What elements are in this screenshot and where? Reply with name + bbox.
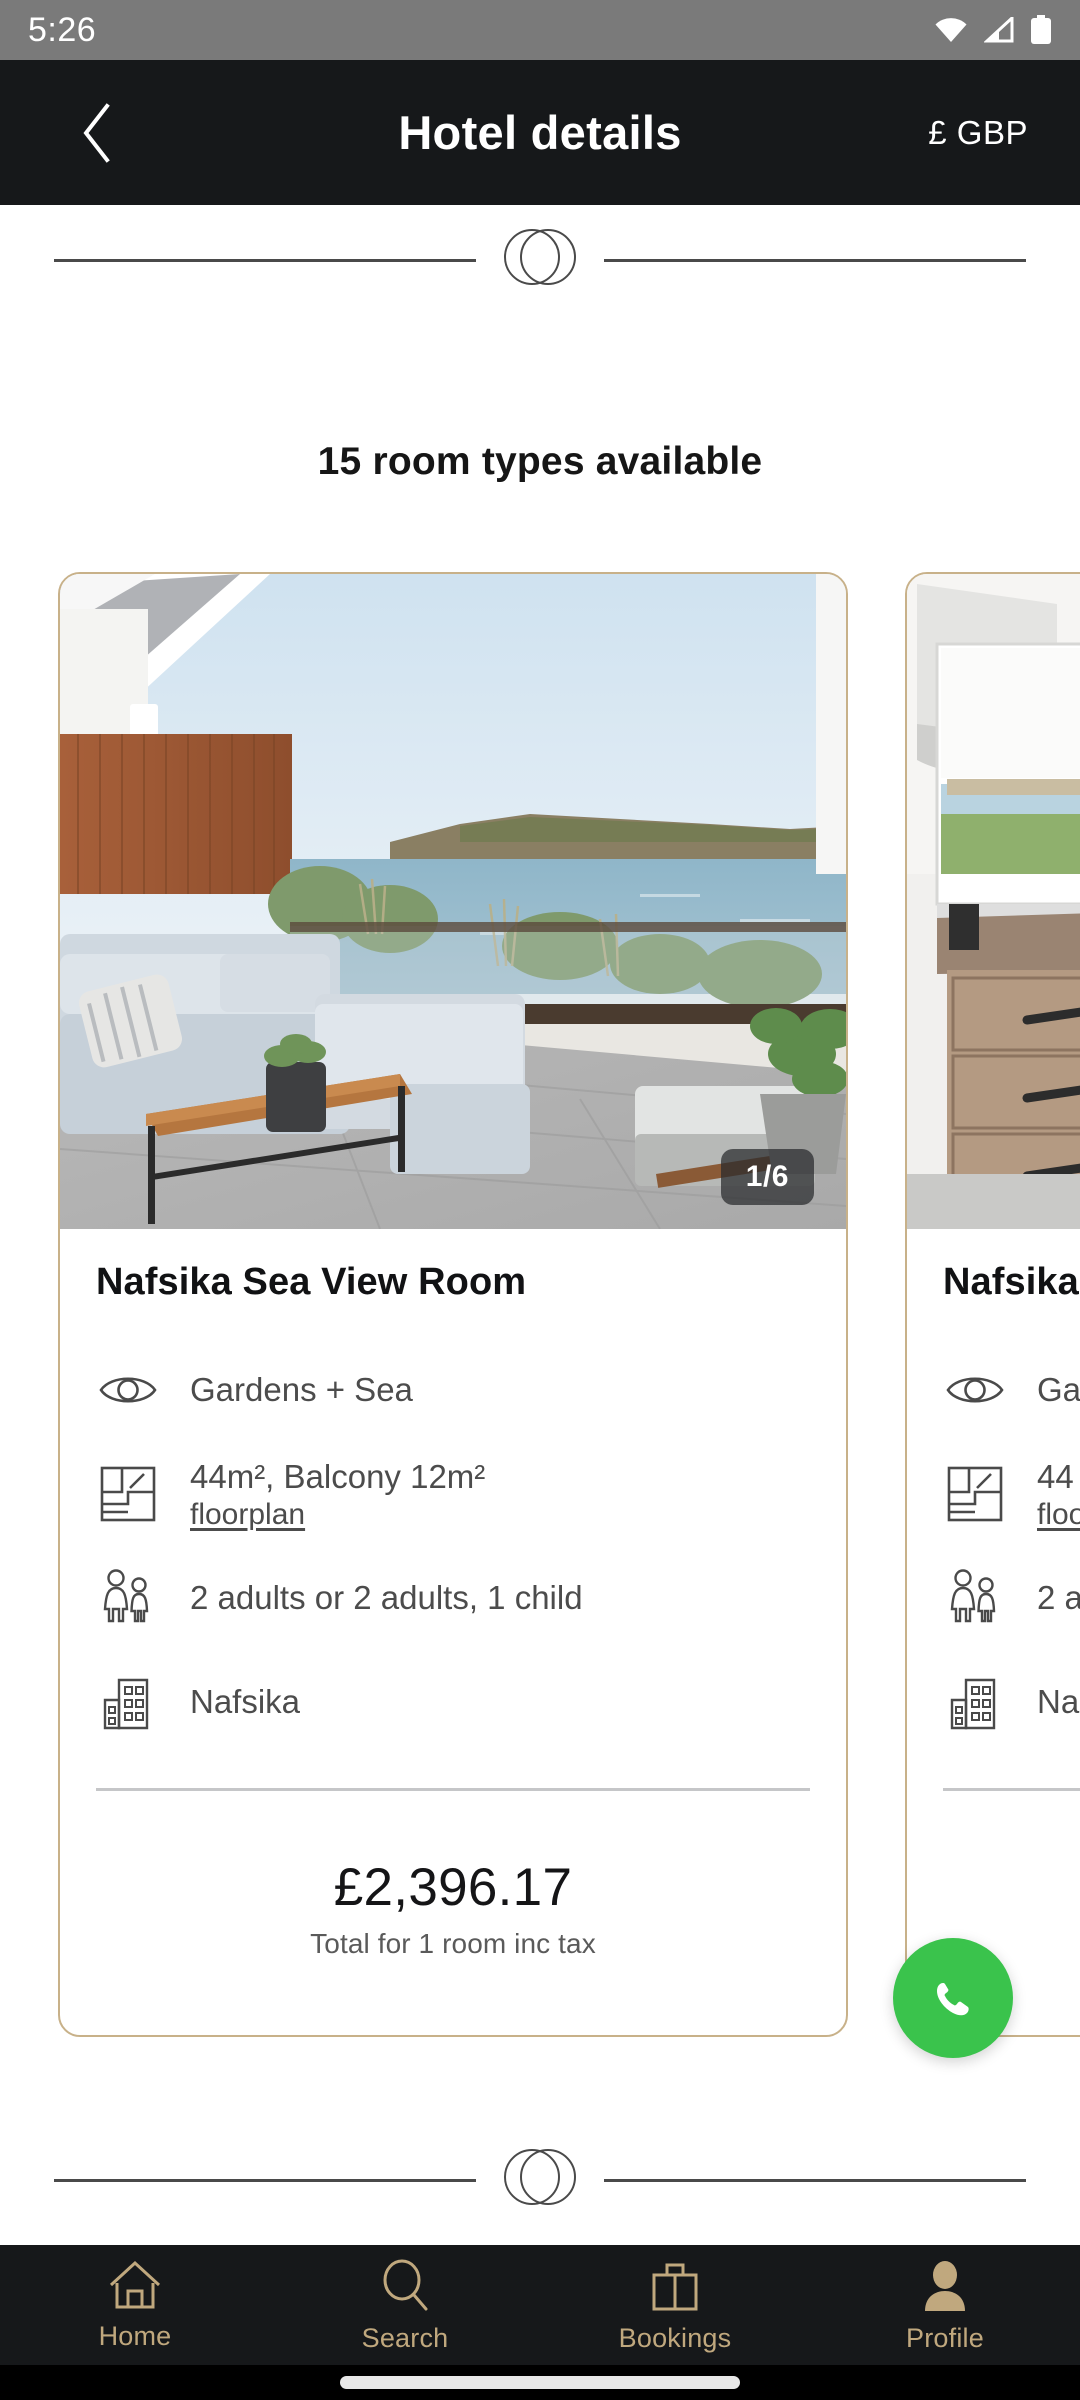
room-attribute-view: Gardens + Sea <box>96 1338 810 1442</box>
room-name: Nafsika Sea View Room <box>96 1261 527 1303</box>
app-screen: 5:26 Hotel details £ GBP 15 room types a… <box>0 0 1080 2400</box>
nav-item-bookings[interactable]: Bookings <box>540 2245 810 2354</box>
price-note: Total for 1 room inc tax <box>310 1928 596 1959</box>
room-attribute-building: Na <box>943 1650 1080 1754</box>
size-block: 44m², Balcony 12m² floorplan <box>190 1456 485 1532</box>
battery-icon <box>1031 15 1051 44</box>
room-photo[interactable] <box>907 574 1080 1229</box>
room-attribute-occupancy: 2 a <box>943 1546 1080 1650</box>
floorplan-icon <box>943 1462 1007 1526</box>
room-attribute-building: Nafsika <box>96 1650 810 1754</box>
home-icon <box>109 2260 161 2309</box>
nav-item-search[interactable]: Search <box>270 2245 540 2354</box>
page-title: Hotel details <box>398 106 682 159</box>
floorplan-icon <box>96 1462 160 1526</box>
bottom-navigation: Home Search Bookings Profile <box>0 2245 1080 2365</box>
building-text: Na <box>1037 1682 1080 1720</box>
nav-label-bookings: Bookings <box>618 2323 732 2353</box>
suitcase-icon <box>652 2263 698 2311</box>
divider-line-right <box>604 258 1026 262</box>
floorplan-link[interactable]: floorplan <box>190 1498 485 1532</box>
home-indicator-bar[interactable] <box>340 2376 740 2389</box>
room-photo[interactable]: 1/6 <box>60 574 846 1229</box>
building-text: Nafsika <box>190 1682 301 1720</box>
divider-line-right <box>604 2178 1026 2182</box>
view-text: Ga <box>1037 1370 1080 1408</box>
occupancy-icon <box>96 1566 160 1630</box>
bottom-divider <box>0 2135 1080 2225</box>
room-card-body: Nafsika S Ga <box>907 1229 1080 1754</box>
nav-label-profile: Profile <box>906 2323 984 2353</box>
status-icons <box>934 15 1052 45</box>
room-attribute-occupancy: 2 adults or 2 adults, 1 child <box>96 1546 810 1650</box>
room-card-next[interactable]: Nafsika S Ga <box>905 572 1080 2037</box>
eye-icon <box>943 1358 1007 1422</box>
floorplan-link[interactable]: floo <box>1037 1498 1080 1532</box>
two-circles-logo <box>504 229 576 291</box>
two-circles-logo <box>504 2149 576 2211</box>
nav-item-profile[interactable]: Profile <box>810 2245 1080 2354</box>
room-attribute-view: Ga <box>943 1338 1080 1442</box>
price-divider <box>943 1788 1080 1791</box>
divider-line-left <box>54 258 476 262</box>
size-text: 44m², Balcony 12m² <box>190 1457 486 1495</box>
room-attribute-size: 44m², Balcony 12m² floorplan <box>96 1442 810 1546</box>
occupancy-icon <box>943 1566 1007 1630</box>
divider-line-left <box>54 2178 476 2182</box>
app-header: Hotel details £ GBP <box>0 60 1080 205</box>
status-bar: 5:26 <box>0 0 1080 60</box>
occupancy-text: 2 a <box>1037 1578 1080 1616</box>
view-text: Gardens + Sea <box>190 1370 413 1408</box>
occupancy-text: 2 adults or 2 adults, 1 child <box>190 1578 583 1616</box>
size-block: 44 floo <box>1037 1456 1080 1532</box>
whatsapp-button[interactable] <box>893 1938 1013 2058</box>
status-time: 5:26 <box>28 10 97 49</box>
room-card[interactable]: 1/6 Nafsika Sea View Room Gardens + Sea <box>58 572 848 2037</box>
person-icon <box>925 2261 965 2311</box>
room-card-body: Nafsika Sea View Room Gardens + Sea 44m²… <box>60 1229 846 1754</box>
kitchen-dresser-image <box>907 574 1080 1229</box>
eye-icon <box>96 1358 160 1422</box>
room-price: £2,396.17 <box>333 1858 573 1917</box>
balcony-sea-view-image <box>60 574 846 1229</box>
price-block: £2,396.17 Total for 1 room inc tax <box>60 1791 846 1960</box>
room-types-heading: 15 room types available <box>317 440 763 483</box>
whatsapp-icon <box>922 1967 984 2030</box>
building-icon <box>943 1670 1007 1734</box>
top-divider <box>0 215 1080 305</box>
building-icon <box>96 1670 160 1734</box>
room-attribute-size: 44 floo <box>943 1442 1080 1546</box>
cellular-signal-icon <box>984 17 1014 43</box>
nav-item-home[interactable]: Home <box>0 2245 270 2352</box>
nav-label-home: Home <box>98 2321 172 2351</box>
home-indicator-area <box>0 2365 1080 2400</box>
room-name: Nafsika S <box>943 1261 1080 1303</box>
nav-label-search: Search <box>361 2323 449 2353</box>
wifi-icon <box>935 18 967 42</box>
currency-selector[interactable]: £ GBP <box>928 114 1028 152</box>
room-cards-carousel[interactable]: 1/6 Nafsika Sea View Room Gardens + Sea <box>0 572 1080 2042</box>
photo-counter-badge: 1/6 <box>720 1149 814 1205</box>
size-text: 44 <box>1037 1457 1074 1495</box>
search-icon <box>383 2259 428 2311</box>
